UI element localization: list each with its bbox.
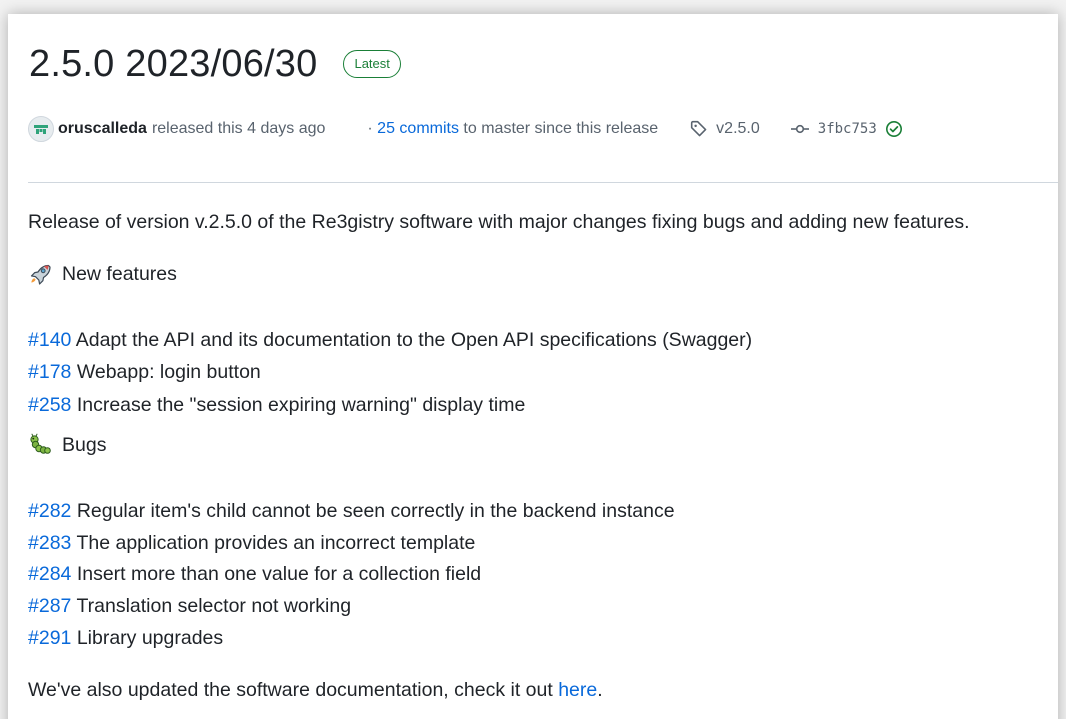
bug-text: Regular item's child cannot be seen corr… — [76, 500, 675, 522]
docs-prefix: We've also updated the software document… — [28, 679, 553, 701]
tag-link[interactable]: v2.5.0 — [690, 120, 760, 138]
tag-label: v2.5.0 — [716, 120, 760, 137]
features-heading: New features — [28, 260, 177, 288]
issue-link-178[interactable]: #178 — [28, 361, 71, 383]
check-circle-icon — [885, 121, 902, 137]
issue-link-140[interactable]: #140 — [28, 329, 71, 351]
bugs-heading: Bugs — [28, 431, 106, 459]
avatar[interactable] — [28, 116, 54, 142]
git-commit-icon — [790, 124, 809, 134]
page: 2.5.0 2023/06/30 Latest oruscalleda rele… — [0, 0, 1066, 719]
issue-link-282[interactable]: #282 — [28, 500, 71, 522]
features-heading-text: New features — [62, 263, 177, 285]
bug-text: Library upgrades — [76, 627, 224, 649]
docs-text: We've also updated the software document… — [28, 676, 603, 704]
caterpillar-icon — [28, 433, 52, 457]
commit-sha: 3fbc753 — [817, 121, 877, 137]
commit-link[interactable]: 3fbc753 — [790, 120, 903, 138]
divider — [28, 182, 1058, 183]
docs-link[interactable]: here — [558, 679, 597, 701]
issue-link-258[interactable]: #258 — [28, 394, 71, 416]
bug-text: Insert more than one value for a collect… — [76, 563, 482, 585]
feature-text: Adapt the API and its documentation to t… — [75, 329, 753, 351]
intro-text: Release of version v.2.5.0 of the Re3gis… — [28, 211, 970, 233]
list-item: #284 Insert more than one value for a co… — [28, 560, 481, 588]
feature-text: Increase the "session expiring warning" … — [76, 394, 526, 416]
feature-text: Webapp: login button — [76, 361, 261, 383]
release-title[interactable]: 2.5.0 2023/06/30 — [29, 45, 317, 83]
latest-badge: Latest — [343, 50, 401, 78]
list-item: #258 Increase the "session expiring warn… — [28, 391, 525, 419]
list-item: #287 Translation selector not working — [28, 592, 351, 620]
release-header: 2.5.0 2023/06/30 Latest — [29, 39, 401, 89]
released-text: released this 4 days ago — [151, 120, 326, 137]
issue-link-287[interactable]: #287 — [28, 595, 71, 617]
list-item: #140 Adapt the API and its documentation… — [28, 326, 752, 354]
issue-link-283[interactable]: #283 — [28, 532, 71, 554]
bug-text: Translation selector not working — [76, 595, 352, 617]
list-item: #291 Library upgrades — [28, 624, 223, 652]
bugs-heading-text: Bugs — [62, 434, 107, 456]
list-item: #282 Regular item's child cannot be seen… — [28, 497, 675, 525]
list-item: #178 Webapp: login button — [28, 358, 261, 386]
commits-info: · 25 commits to master since this releas… — [367, 120, 658, 138]
commits-link[interactable]: 25 commits — [377, 120, 459, 137]
release-meta: oruscalleda released this 4 days ago · 2… — [28, 116, 903, 142]
issue-link-284[interactable]: #284 — [28, 563, 71, 585]
tag-icon — [691, 120, 707, 137]
verified-check[interactable] — [885, 120, 903, 138]
release-card: 2.5.0 2023/06/30 Latest oruscalleda rele… — [8, 14, 1058, 719]
commits-prefix: · — [367, 120, 373, 137]
bug-text: The application provides an incorrect te… — [76, 532, 476, 554]
issue-link-291[interactable]: #291 — [28, 627, 71, 649]
docs-suffix: . — [597, 679, 603, 701]
rocket-icon — [28, 262, 52, 286]
commits-suffix: to master since this release — [463, 120, 659, 137]
list-item: #283 The application provides an incorre… — [28, 529, 475, 557]
avatar-identicon-icon — [34, 125, 48, 134]
author-link[interactable]: oruscalleda — [58, 120, 147, 138]
